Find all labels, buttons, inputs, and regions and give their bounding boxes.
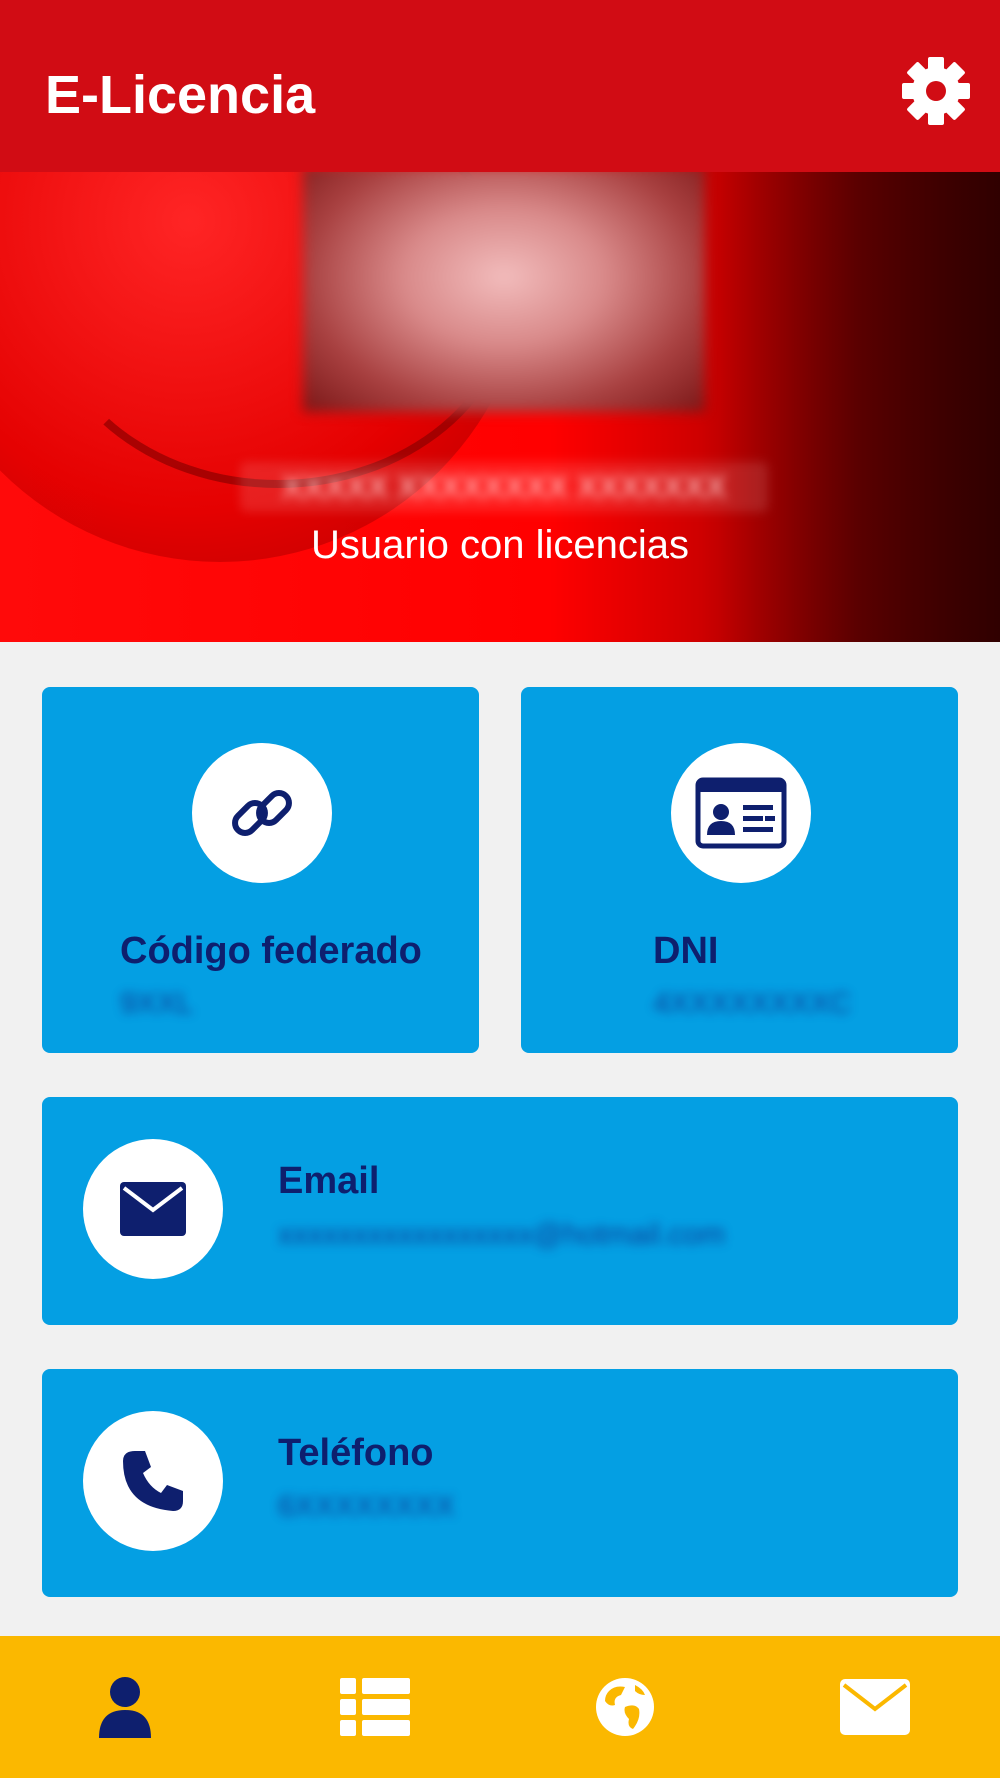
- federated-code-icon-circle: [192, 743, 332, 883]
- user-icon: [99, 1677, 151, 1738]
- phone-label: Teléfono: [278, 1432, 434, 1474]
- profile-details: Código federado 9XXL DNI 4XXXXXXXXC Emai…: [0, 642, 1000, 1636]
- nav-list[interactable]: [250, 1636, 500, 1778]
- mail-icon: [840, 1679, 910, 1735]
- list-icon: [340, 1678, 410, 1736]
- email-label: Email: [278, 1160, 380, 1202]
- profile-header: XXXXX XXXXXXXX XXXXXXX Usuario con licen…: [0, 172, 1000, 642]
- nav-messages[interactable]: [750, 1636, 1000, 1778]
- email-icon-circle: [83, 1139, 223, 1279]
- profile-role: Usuario con licencias: [311, 523, 689, 567]
- bottom-nav: [0, 1636, 1000, 1778]
- globe-icon: [596, 1678, 654, 1736]
- federated-code-value: 9XXL: [120, 987, 194, 1020]
- app-title: E-Licencia: [45, 65, 316, 125]
- email-value: xxxxxxxxxxxxxxxxx@hotmail.com: [278, 1218, 726, 1251]
- id-card-icon: [695, 777, 787, 849]
- nav-web[interactable]: [500, 1636, 750, 1778]
- gear-icon[interactable]: [900, 55, 972, 127]
- phone-card[interactable]: Teléfono 6XXXXXXXX: [42, 1369, 958, 1597]
- nav-profile[interactable]: [0, 1636, 250, 1778]
- federated-code-label: Código federado: [120, 930, 422, 972]
- app-bar: E-Licencia: [0, 0, 1000, 172]
- link-icon: [232, 790, 292, 836]
- phone-value: 6XXXXXXXX: [278, 1490, 455, 1523]
- avatar: [303, 172, 705, 412]
- dni-card[interactable]: DNI 4XXXXXXXXC: [521, 687, 958, 1053]
- email-card[interactable]: Email xxxxxxxxxxxxxxxxx@hotmail.com: [42, 1097, 958, 1325]
- federated-code-card[interactable]: Código federado 9XXL: [42, 687, 479, 1053]
- phone-icon: [123, 1451, 183, 1511]
- dni-icon-circle: [671, 743, 811, 883]
- dni-label: DNI: [653, 930, 719, 972]
- profile-name: XXXXX XXXXXXXX XXXXXXX: [240, 462, 768, 512]
- phone-icon-circle: [83, 1411, 223, 1551]
- envelope-icon: [120, 1182, 186, 1236]
- dni-value: 4XXXXXXXXC: [653, 987, 852, 1020]
